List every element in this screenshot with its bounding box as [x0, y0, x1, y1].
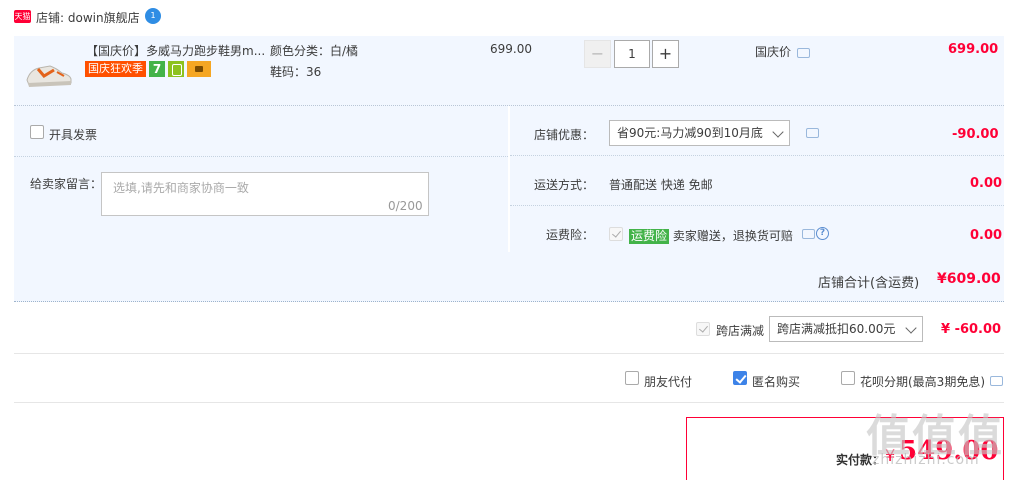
item-subtotal: 699.00: [948, 42, 999, 57]
product-thumbnail[interactable]: [24, 46, 74, 96]
insurance-text: 卖家赠送，退换货可赔: [672, 229, 793, 243]
shipping-label: 运送方式：: [534, 178, 595, 192]
huabei-info-icon[interactable]: [990, 376, 1003, 386]
friend-pay-checkbox[interactable]: [625, 371, 639, 385]
message-placeholder: 选填,请先和商家协商一致: [113, 181, 249, 195]
anonymous-purchase-checkbox[interactable]: [733, 371, 747, 385]
tmall-logo-icon: 天猫: [14, 10, 31, 23]
message-label: 给卖家留言：: [30, 177, 103, 191]
chevron-down-icon: [772, 126, 784, 138]
sku-color: 颜色分类：白/橘: [270, 44, 359, 58]
help-icon[interactable]: ?: [816, 227, 829, 240]
insurance-amount: 0.00: [970, 228, 1003, 243]
store-total-amount: ¥609.00: [937, 271, 1001, 287]
insurance-content: 运费险 卖家赠送，退换货可赔: [629, 227, 793, 244]
guarantee-icon[interactable]: [168, 61, 184, 77]
quantity-input[interactable]: 1: [614, 40, 650, 68]
store-discount-select[interactable]: 省90元:马力减90到10月底: [609, 120, 790, 146]
invoice-checkbox[interactable]: [30, 125, 44, 139]
store-discount-selected: 省90元:马力减90到10月底: [617, 126, 763, 140]
friend-pay-label: 朋友代付: [644, 375, 693, 389]
message-char-count: 0/200: [388, 199, 423, 213]
sku-size: 鞋码：36: [270, 65, 322, 79]
promo-festival-badge[interactable]: 国庆狂欢季: [85, 61, 146, 77]
huabei-installment-label: 花呗分期(最高3期免息): [860, 375, 985, 389]
cross-store-checkbox: [696, 322, 710, 336]
insurance-label: 运费险：: [546, 228, 595, 242]
huabei-installment-checkbox[interactable]: [841, 371, 855, 385]
quantity-increase-button[interactable]: +: [652, 40, 679, 68]
store-discount-label: 店铺优惠：: [534, 128, 595, 142]
cross-store-label: 跨店满减: [716, 324, 765, 338]
shipping-amount: 0.00: [970, 176, 1003, 191]
insurance-checkbox: [609, 227, 623, 241]
cross-store-select[interactable]: 跨店满减抵扣60.00元: [769, 316, 923, 342]
credit-card-icon[interactable]: [187, 61, 211, 77]
store-total-label: 店铺合计(含运费): [818, 276, 920, 291]
service-badges: 国庆狂欢季 7: [85, 61, 211, 77]
divider: [14, 402, 1004, 403]
divider: [14, 353, 1004, 354]
store-discount-amount: -90.00: [952, 127, 999, 142]
chevron-down-icon: [905, 322, 917, 334]
promotion-name: 国庆价: [755, 45, 792, 59]
product-title-link[interactable]: 【国庆价】多威马力跑步鞋男m...: [86, 42, 266, 59]
store-name-link[interactable]: 店铺: dowin旗舰店: [36, 9, 140, 26]
cross-store-selected: 跨店满减抵扣60.00元: [777, 322, 896, 336]
quantity-decrease-button[interactable]: −: [584, 40, 611, 68]
cross-store-amount: ¥ -60.00: [941, 322, 1002, 337]
unit-price: 699.00: [490, 42, 532, 56]
discount-info-icon[interactable]: [806, 128, 819, 138]
insurance-badge: 运费险: [629, 229, 670, 244]
wangwang-chat-icon[interactable]: 1: [145, 8, 161, 24]
insurance-info-icon[interactable]: [802, 229, 815, 239]
shipping-method: 普通配送 快递 免邮: [609, 178, 713, 192]
divider: [14, 156, 508, 157]
promo-info-icon[interactable]: [797, 48, 810, 58]
site-watermark-url: zhizhizhi.com: [872, 452, 980, 468]
anonymous-purchase-label: 匿名购买: [752, 375, 801, 389]
invoice-label: 开具发票: [49, 128, 98, 142]
seven-day-return-icon[interactable]: 7: [149, 61, 165, 77]
shoe-image: [26, 65, 72, 87]
